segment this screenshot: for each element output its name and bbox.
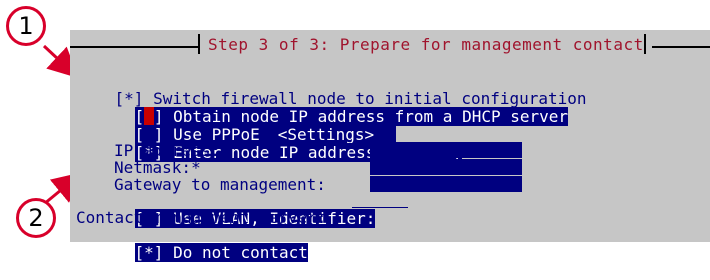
contact-heading: Contact management server:: [76, 208, 327, 227]
callout-two: 2: [16, 198, 56, 238]
dialog-title: Step 3 of 3: Prepare for management cont…: [208, 34, 644, 54]
dialog-title-bar: Step 3 of 3: Prepare for management cont…: [198, 34, 652, 54]
do-not-contact-option[interactable]: [*] Do not contact: [96, 226, 308, 280]
gateway-field[interactable]: [370, 176, 522, 192]
ip-address-field[interactable]: [370, 142, 522, 158]
vlan-identifier-field[interactable]: [352, 207, 408, 208]
callout-one: 1: [6, 6, 46, 46]
management-contact-dialog: Step 3 of 3: Prepare for management cont…: [70, 30, 710, 262]
title-right-tick: [644, 34, 646, 54]
netmask-field[interactable]: [370, 159, 522, 175]
do-not-contact-label: [*] Do not contact: [134, 243, 308, 262]
